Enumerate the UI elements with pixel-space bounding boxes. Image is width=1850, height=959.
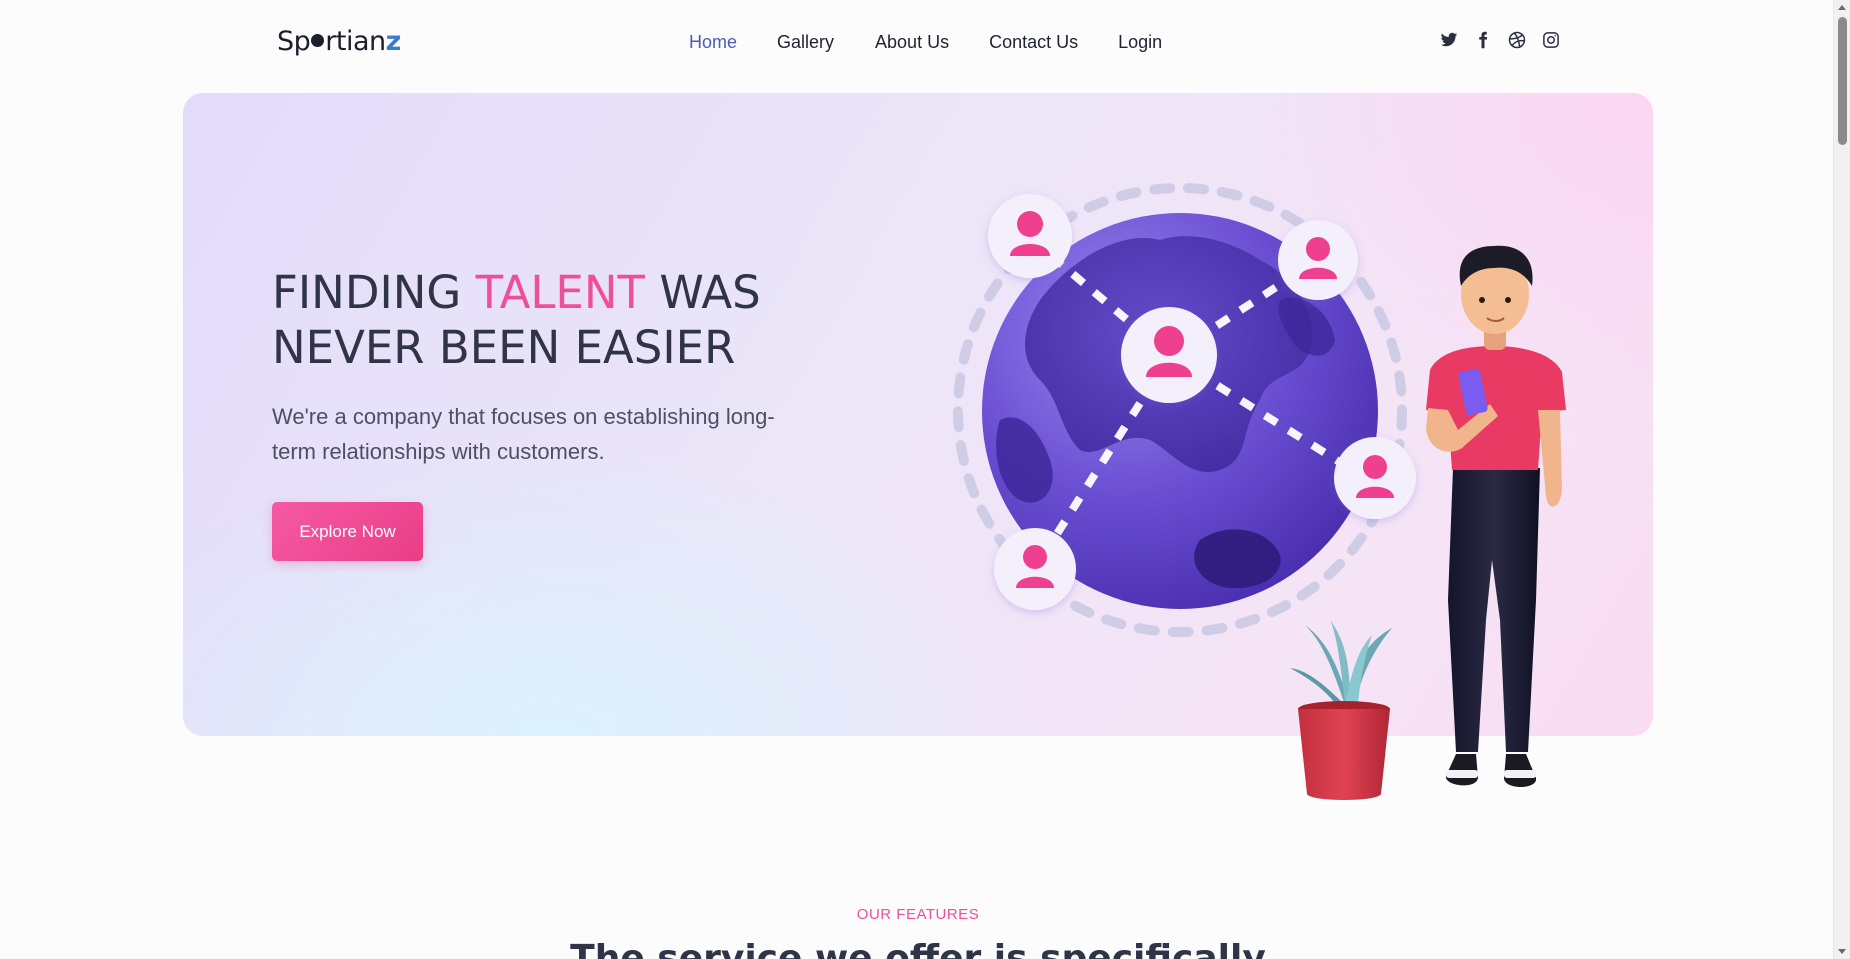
page-scrollbar[interactable] — [1833, 0, 1850, 959]
logo-ball-icon — [311, 34, 325, 47]
twitter-icon[interactable] — [1440, 31, 1458, 49]
scrollbar-thumb[interactable] — [1838, 17, 1847, 145]
social-links — [1440, 31, 1560, 49]
hero-title: FINDING TALENT WAS NEVER BEEN EASIER — [272, 265, 912, 375]
hero-section: FINDING TALENT WAS NEVER BEEN EASIER We'… — [183, 93, 1653, 736]
facebook-icon[interactable] — [1474, 31, 1492, 49]
hero-title-part1: FINDING — [272, 266, 476, 319]
logo-text-head: Sp — [277, 26, 311, 57]
hero-subtitle: We're a company that focuses on establis… — [272, 404, 775, 464]
site-header: Sp rtianz Home Gallery About Us Contact U… — [0, 0, 1832, 90]
nav-contact-us[interactable]: Contact Us — [989, 32, 1078, 53]
hero-title-accent: TALENT — [475, 266, 646, 319]
instagram-icon[interactable] — [1542, 31, 1560, 49]
explore-now-button[interactable]: Explore Now — [272, 502, 423, 561]
features-eyebrow: OUR FEATURES — [856, 906, 980, 923]
logo-text-mid: rtian — [325, 26, 386, 57]
logo-text-tail: z — [385, 26, 402, 57]
nav-about-us[interactable]: About Us — [875, 32, 949, 53]
scroll-down-arrow-icon[interactable] — [1838, 949, 1846, 954]
nav-gallery[interactable]: Gallery — [777, 32, 834, 53]
scroll-up-arrow-icon[interactable] — [1838, 5, 1846, 10]
main-nav: Home Gallery About Us Contact Us Login — [689, 32, 1162, 53]
nav-login[interactable]: Login — [1118, 32, 1162, 53]
logo[interactable]: Sp rtianz — [277, 26, 401, 60]
nav-home[interactable]: Home — [689, 32, 737, 53]
features-heading: The service we offer is specifically — [570, 938, 1266, 959]
dribbble-icon[interactable] — [1508, 31, 1526, 49]
